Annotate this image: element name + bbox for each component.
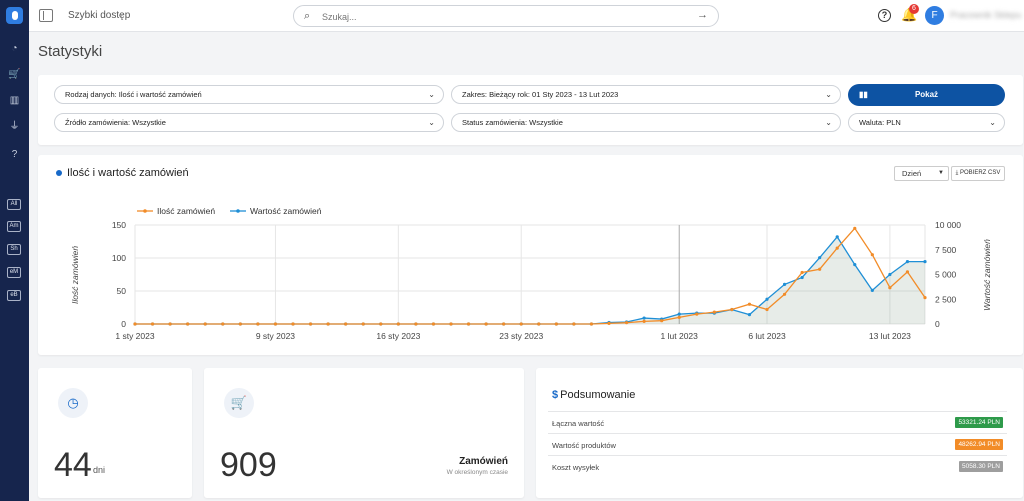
chart-title: Ilość i wartość zamówień [67, 167, 189, 179]
notification-badge: 6 [909, 4, 919, 14]
currency-select[interactable]: Waluta: PLN ⌄ [848, 113, 1005, 132]
search-icon: ⌕ [304, 10, 311, 22]
chevron-down-icon: ⌄ [428, 118, 435, 127]
chart-card [38, 155, 1023, 355]
orders-label: Zamówień [459, 456, 508, 467]
sidebar-toggle-icon[interactable] [39, 9, 53, 22]
tag-sh[interactable]: Sh [7, 244, 21, 255]
chevron-down-icon: ⌄ [428, 90, 435, 99]
download-csv-button[interactable]: ⤓ POBIERZ CSV [951, 166, 1005, 181]
summary-value-badge: 5058.30 PLN [959, 461, 1003, 472]
dashboard-icon[interactable]: ◔ [8, 42, 21, 55]
tag-am[interactable]: Am [7, 221, 21, 232]
cart-icon[interactable]: 🛒 [8, 68, 21, 81]
summary-value-badge: 53321.24 PLN [955, 417, 1003, 428]
summary-row: Koszt wysyłek 5058.30 PLN [548, 455, 1007, 477]
page-title: Statystyki [38, 43, 103, 60]
summary-title-text: Podsumowanie [560, 389, 636, 401]
summary-label: Łączna wartość [552, 419, 605, 428]
currency-label: Waluta: PLN [859, 118, 901, 127]
summary-label: Wartość produktów [552, 441, 616, 450]
search-bar[interactable]: ⌕ → [293, 5, 719, 27]
show-button-label: Pokaż [914, 90, 939, 99]
topbar: Szybki dostęp ⌄ ⌕ → ? 🔔 6 F Pracownik Sk… [29, 0, 1024, 32]
data-type-label: Rodzaj danych: Ilość i wartość zamówień [65, 90, 202, 99]
summary-value-badge: 48262.94 PLN [955, 439, 1003, 450]
tag-eb[interactable]: eB [7, 290, 21, 301]
orders-card: 🛒 909 Zamówień W określonym czasie [204, 368, 524, 498]
dollar-icon: $ [552, 389, 559, 401]
plugin-icon[interactable]: ⏚ [8, 120, 21, 133]
download-icon: ⤓ [955, 170, 959, 176]
days-card: ◷ 44 dni [38, 368, 192, 498]
period-label: Dzień [902, 169, 922, 178]
help-icon[interactable]: ? [878, 9, 891, 22]
bullet-icon [56, 170, 62, 176]
avatar[interactable]: F [925, 6, 944, 25]
chart-icon: ▮▮ [859, 90, 868, 99]
caret-down-icon: ▼ [938, 170, 944, 176]
chevron-down-icon: ⌄ [989, 118, 996, 127]
chevron-down-icon[interactable]: ⌄ [117, 9, 125, 20]
tag-em[interactable]: eM [7, 267, 21, 278]
days-unit: dni [93, 465, 106, 475]
user-name[interactable]: Pracownik Sklepu [950, 10, 1022, 20]
source-select[interactable]: Źródło zamówienia: Wszystkie ⌄ [54, 113, 444, 132]
clock-icon: ◷ [58, 388, 88, 418]
status-label: Status zamówienia: Wszystkie [462, 118, 563, 127]
cart-icon: 🛒 [224, 388, 254, 418]
summary-row: Wartość produktów 48262.94 PLN [548, 433, 1007, 455]
source-label: Źródło zamówienia: Wszystkie [65, 118, 166, 127]
range-label: Zakres: Bieżący rok: 01 Sty 2023 - 13 Lu… [462, 90, 619, 99]
sidebar: ◔ 🛒 ▥ ⏚ ? All Am Sh eM eB [0, 0, 29, 501]
search-input[interactable] [322, 9, 692, 24]
orders-sub: W określonym czasie [446, 469, 508, 476]
csv-label: POBIERZ CSV [959, 170, 1001, 176]
data-type-select[interactable]: Rodzaj danych: Ilość i wartość zamówień ⌄ [54, 85, 444, 104]
period-select[interactable]: Dzień ▼ [894, 166, 949, 181]
summary-title: $ Podsumowanie [552, 389, 635, 401]
summary-row: Łączna wartość 53321.24 PLN [548, 411, 1007, 433]
summary-label: Koszt wysyłek [552, 463, 600, 472]
chevron-down-icon: ⌄ [825, 118, 832, 127]
show-button[interactable]: ▮▮ Pokaż [848, 84, 1005, 106]
help-icon[interactable]: ? [8, 148, 21, 161]
app-logo[interactable] [6, 7, 23, 24]
chevron-down-icon: ⌄ [825, 90, 832, 99]
status-select[interactable]: Status zamówienia: Wszystkie ⌄ [451, 113, 841, 132]
days-value: 44 [54, 446, 92, 484]
orders-value: 909 [220, 446, 277, 484]
range-select[interactable]: Zakres: Bieżący rok: 01 Sty 2023 - 13 Lu… [451, 85, 841, 104]
tag-all[interactable]: All [7, 199, 21, 210]
stats-icon[interactable]: ▥ [8, 94, 21, 107]
search-submit-icon[interactable]: → [697, 9, 708, 21]
